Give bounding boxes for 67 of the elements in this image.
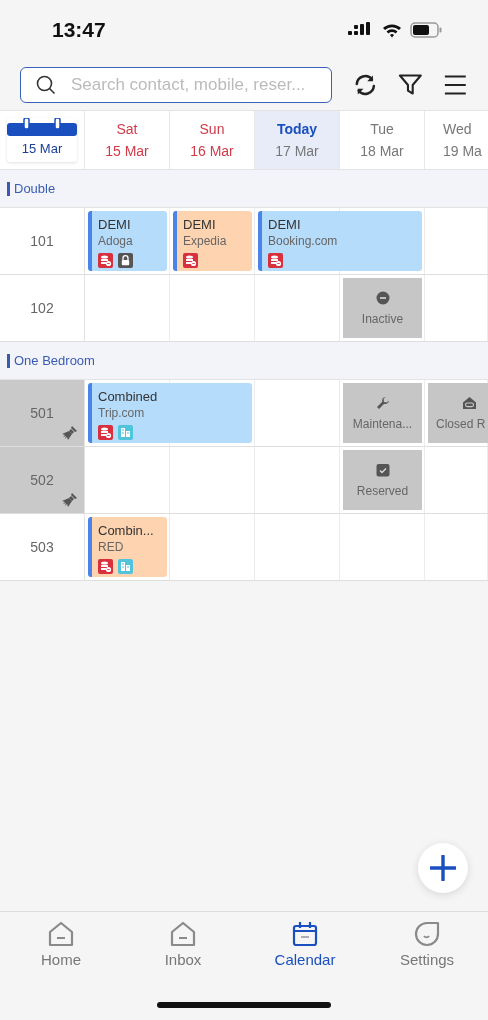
home-icon xyxy=(48,921,74,947)
minus-circle-icon xyxy=(375,290,390,305)
coins-icon xyxy=(98,559,113,574)
booking-source: Trip.com xyxy=(98,405,145,421)
status-time: 13:47 xyxy=(52,18,106,42)
add-button[interactable] xyxy=(418,843,468,893)
day-header[interactable]: Tue 18 Mar xyxy=(340,111,425,169)
date-picker[interactable]: 15 Mar xyxy=(7,118,77,162)
status-label: Inactive xyxy=(361,311,404,326)
coins-icon xyxy=(183,253,198,268)
wifi-icon xyxy=(382,22,402,38)
coins-icon xyxy=(98,253,113,268)
day-header[interactable]: Today 17 Mar xyxy=(255,111,340,169)
lock-icon xyxy=(118,253,133,268)
tab-button[interactable]: Inbox xyxy=(122,912,244,982)
room-type-label: One Bedroom xyxy=(7,353,95,368)
building-icon xyxy=(118,425,133,440)
search-field[interactable]: Search contact, mobile, reser... xyxy=(20,67,332,103)
checkbox-icon xyxy=(375,462,390,477)
tab-button[interactable]: Settings xyxy=(366,912,488,982)
guest-name: Combined xyxy=(98,389,158,405)
status-label: Closed R xyxy=(436,416,486,431)
battery-icon xyxy=(410,22,442,38)
calendar-icon xyxy=(292,921,318,947)
day-header[interactable]: Wed 19 Ma xyxy=(425,111,488,169)
booking-card[interactable]: DEMI Adoga xyxy=(88,211,167,271)
tab-button[interactable]: Calendar xyxy=(244,912,366,982)
coins-icon xyxy=(98,425,113,440)
booking-card[interactable]: DEMI Expedia xyxy=(173,211,252,271)
room-type-label: Double xyxy=(7,181,56,196)
blocked-card[interactable]: Maintena... xyxy=(343,383,422,443)
refresh-icon[interactable] xyxy=(353,72,378,98)
guest-name: DEMI xyxy=(268,217,301,233)
guest-name: DEMI xyxy=(98,217,131,233)
broom-icon xyxy=(62,492,78,508)
booking-card[interactable]: Combin... RED xyxy=(88,517,167,577)
blocked-card[interactable]: Reserved xyxy=(343,450,422,510)
booking-card[interactable]: DEMI Booking.com xyxy=(258,211,422,271)
blocked-card[interactable]: Inactive xyxy=(343,278,422,338)
home-icon xyxy=(170,921,196,947)
menu-icon[interactable] xyxy=(443,72,468,98)
filter-icon[interactable] xyxy=(397,72,423,98)
coins-icon xyxy=(268,253,283,268)
guest-name: DEMI xyxy=(183,217,216,233)
day-header[interactable]: Sat 15 Mar xyxy=(85,111,170,169)
room-cell: 501 xyxy=(0,380,85,446)
booking-card[interactable]: Combined Trip.com xyxy=(88,383,252,443)
house-icon xyxy=(462,395,477,410)
broom-icon xyxy=(62,425,78,441)
wrench-icon xyxy=(375,395,390,410)
status-label: Reserved xyxy=(356,483,409,498)
leaf-icon xyxy=(414,921,440,947)
plus-icon xyxy=(430,855,456,881)
booking-source: RED xyxy=(98,539,124,555)
room-cell: 102 xyxy=(0,275,85,341)
room-cell: 503 xyxy=(0,514,85,580)
search-icon xyxy=(36,75,56,95)
guest-name: Combin... xyxy=(98,523,154,539)
booking-source: Booking.com xyxy=(268,233,338,249)
room-cell: 502 xyxy=(0,447,85,513)
blocked-card[interactable]: Closed R xyxy=(428,383,488,443)
booking-source: Adoga xyxy=(98,233,133,249)
status-label: Maintena... xyxy=(352,416,413,431)
booking-source: Expedia xyxy=(183,233,227,249)
building-icon xyxy=(118,559,133,574)
tab-button[interactable]: Home xyxy=(0,912,122,982)
room-cell: 101 xyxy=(0,208,85,274)
